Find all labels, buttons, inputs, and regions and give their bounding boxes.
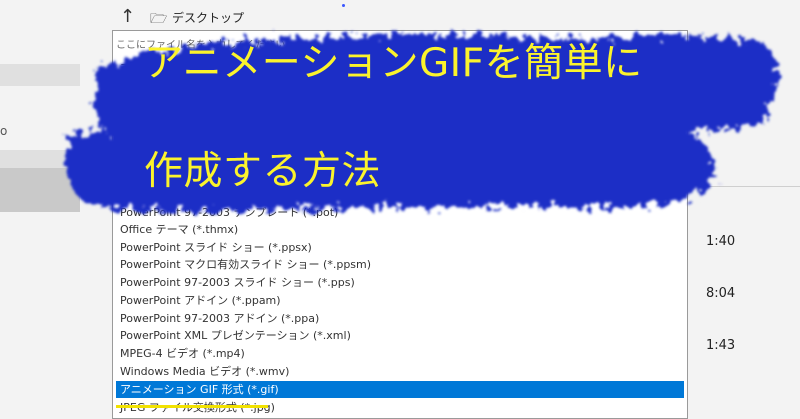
yellow-underline <box>116 405 268 408</box>
nav-pane-item[interactable] <box>0 64 80 86</box>
file-type-option[interactable]: Office テーマ (*.thmx) <box>116 221 684 238</box>
file-type-option[interactable]: PowerPoint XML プレゼンテーション (*.xml) <box>116 327 684 344</box>
file-type-option[interactable]: PowerPoint マクロ有効プレゼンテーション (*.pptm) <box>116 95 684 112</box>
overlay-title-line1: アニメーションGIFを簡単に <box>144 41 643 86</box>
file-type-option[interactable]: PowerPoint 97-2003 プレゼンテーション (*.ppt) <box>116 113 684 130</box>
file-type-option[interactable]: PowerPoint 97-2003 テンプレート (*.pot) <box>116 204 684 221</box>
overlay-title-line2: 作成する方法 <box>144 149 382 194</box>
file-type-option[interactable]: Windows Media ビデオ (*.wmv) <box>116 363 684 380</box>
file-type-option[interactable]: MPEG-4 ビデオ (*.mp4) <box>116 345 684 362</box>
file-type-option[interactable]: PowerPoint アドイン (*.ppam) <box>116 292 684 309</box>
file-type-option-selected[interactable]: アニメーション GIF 形式 (*.gif) <box>116 381 684 398</box>
file-type-option[interactable]: PowerPoint 97-2003 アドイン (*.ppa) <box>116 310 684 327</box>
modified-time: 1:40 <box>706 234 736 249</box>
nav-pane-glyph: o <box>0 124 8 138</box>
file-type-option[interactable]: PowerPoint スライド ショー (*.ppsx) <box>116 239 684 256</box>
divider <box>700 186 800 187</box>
breadcrumb[interactable]: デスクトップ <box>172 9 244 26</box>
modified-time: 1:43 <box>706 338 736 353</box>
file-type-option[interactable]: PowerPoint 97-2003 スライド ショー (*.pps) <box>116 274 684 291</box>
folder-open-icon: 🗁 <box>150 11 168 27</box>
cursor-dot <box>342 4 345 7</box>
modified-time: 8:04 <box>706 286 736 301</box>
up-arrow-icon[interactable]: ↑ <box>120 6 135 27</box>
file-type-option[interactable]: PowerPoint マクロ有効スライド ショー (*.ppsm) <box>116 256 684 273</box>
nav-pane-item-selected[interactable] <box>0 168 80 212</box>
file-list-column <box>688 0 800 419</box>
